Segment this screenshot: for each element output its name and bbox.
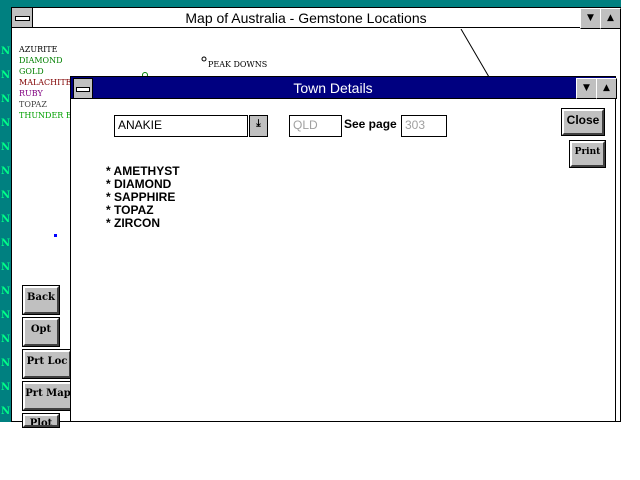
see-page-label: See page xyxy=(344,117,397,131)
map-maximize-button[interactable]: ▲ xyxy=(600,8,621,29)
gemstone-item: * ZIRCON xyxy=(106,216,160,230)
desktop-marker: N xyxy=(1,94,11,105)
map-minimize-button[interactable]: ▼ xyxy=(580,8,601,29)
desktop-marker: N xyxy=(1,358,11,369)
page-number-field: 303 xyxy=(401,115,447,137)
system-menu-icon xyxy=(15,16,30,21)
desktop-marker: N xyxy=(1,70,11,81)
dialog-system-menu-button[interactable] xyxy=(73,78,93,99)
town-dropdown-button[interactable]: ⤓ xyxy=(249,115,268,137)
desktop-marker: N xyxy=(1,214,11,225)
dialog-titlebar[interactable]: Town Details ▼ ▲ xyxy=(71,77,617,99)
desktop-marker: N xyxy=(1,334,11,345)
dialog-minimize-button[interactable]: ▼ xyxy=(576,78,597,99)
print-location-button[interactable]: Prt Loc xyxy=(22,349,72,379)
desktop-marker: N xyxy=(1,142,11,153)
desktop-marker: N xyxy=(1,46,11,57)
desktop-marker: N xyxy=(1,262,11,273)
desktop-marker: N xyxy=(1,166,11,177)
desktop-marker: N xyxy=(1,238,11,249)
close-button[interactable]: Close xyxy=(561,108,605,136)
plot-button[interactable]: Plot xyxy=(22,413,60,428)
town-label-peak-downs[interactable]: PEAK DOWNS xyxy=(208,59,267,70)
desktop-marker: N xyxy=(1,406,11,417)
desktop-marker: N xyxy=(1,118,11,129)
map-system-menu-button[interactable] xyxy=(12,8,33,27)
desktop-marker: N xyxy=(1,382,11,393)
options-button[interactable]: Opt xyxy=(22,317,60,347)
desktop-marker: N xyxy=(1,286,11,297)
town-details-dialog: Town Details ▼ ▲ ANAKIE ⤓ QLD See page 3… xyxy=(70,76,617,422)
desktop-marker: N xyxy=(1,310,11,321)
state-field: QLD xyxy=(289,115,342,137)
map-titlebar[interactable]: Map of Australia - Gemstone Locations ▼ … xyxy=(12,8,621,29)
desktop-marker: N xyxy=(1,190,11,201)
back-button[interactable]: Back xyxy=(22,285,60,315)
map-window-title: Map of Australia - Gemstone Locations xyxy=(185,10,427,26)
print-map-button[interactable]: Prt Map xyxy=(22,381,74,411)
dropdown-arrow-icon: ⤓ xyxy=(256,118,261,129)
town-select[interactable]: ANAKIE xyxy=(114,115,248,137)
legend-item: DIAMOND xyxy=(19,56,63,65)
print-button[interactable]: Print xyxy=(569,140,606,168)
dialog-title: Town Details xyxy=(293,80,373,96)
dialog-maximize-button[interactable]: ▲ xyxy=(596,78,617,99)
legend-item: AZURITE xyxy=(19,45,58,54)
system-menu-icon xyxy=(76,87,90,92)
